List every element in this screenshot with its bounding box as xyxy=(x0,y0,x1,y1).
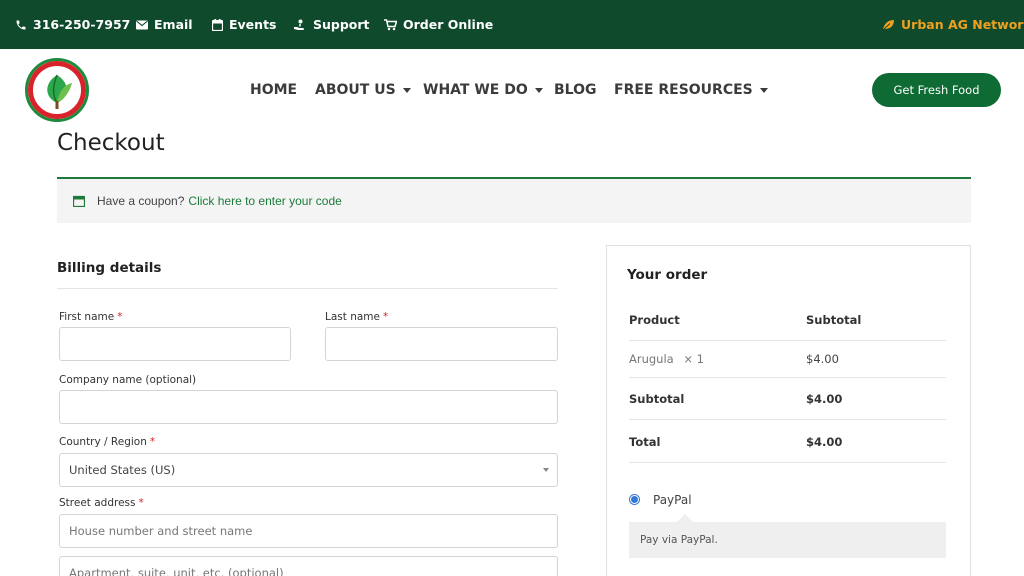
support-link[interactable]: Support xyxy=(293,0,370,49)
logo-emblem xyxy=(28,61,86,119)
divider xyxy=(629,462,946,463)
page-title: Checkout xyxy=(57,130,165,156)
nav-about-us-label: ABOUT US xyxy=(315,82,396,98)
nav-what-we-do-label: WHAT WE DO xyxy=(423,82,528,98)
street-address-label: Street address * xyxy=(59,497,144,509)
coupon-notice: Have a coupon? Click here to enter your … xyxy=(57,177,971,223)
nav-free-resources-label: FREE RESOURCES xyxy=(614,82,753,98)
street-address-label-text: Street address xyxy=(59,497,136,509)
first-name-label-text: First name xyxy=(59,311,115,323)
divider xyxy=(629,340,946,341)
company-name-input[interactable] xyxy=(59,390,558,424)
required-marker: * xyxy=(149,436,156,448)
required-marker: * xyxy=(383,311,389,323)
country-select[interactable]: United States (US) xyxy=(59,453,558,487)
billing-details-heading: Billing details xyxy=(57,260,162,276)
calendar-icon xyxy=(212,18,223,31)
company-name-label-text: Company name (optional) xyxy=(59,374,197,386)
product-column-header: Product xyxy=(629,313,680,327)
helping-hand-icon xyxy=(294,19,304,30)
coupon-prompt: Have a coupon? xyxy=(97,194,185,208)
get-fresh-food-button[interactable]: Get Fresh Food xyxy=(872,73,1001,107)
divider xyxy=(629,377,946,378)
nav-what-we-do[interactable]: WHAT WE DO xyxy=(423,78,543,102)
first-name-label: First name * xyxy=(59,311,122,323)
order-item-price: $4.00 xyxy=(806,352,839,366)
events-label: Events xyxy=(229,17,277,32)
order-online-label: Order Online xyxy=(403,17,494,32)
subtotal-column-header: Subtotal xyxy=(806,313,862,327)
paypal-radio[interactable] xyxy=(629,494,640,505)
street-address-line-2-input[interactable] xyxy=(59,556,558,576)
nav-blog[interactable]: BLOG xyxy=(554,78,597,102)
company-name-label: Company name (optional) xyxy=(59,374,196,386)
paypal-label[interactable]: PayPal xyxy=(653,493,692,507)
order-item: Arugula × 1 xyxy=(629,352,704,366)
your-order-heading: Your order xyxy=(627,267,708,283)
email-label: Email xyxy=(154,17,193,32)
support-label: Support xyxy=(313,17,370,32)
nav-blog-label: BLOG xyxy=(554,82,597,98)
calendar-icon xyxy=(73,195,85,207)
phone-link[interactable]: 316-250-7957 xyxy=(15,0,130,49)
street-address-line-1-input[interactable] xyxy=(59,514,558,548)
nav-home[interactable]: HOME xyxy=(250,78,297,102)
common-ground-logo[interactable] xyxy=(25,58,89,122)
order-item-quantity: × 1 xyxy=(683,352,704,366)
order-total-label: Total xyxy=(629,435,661,449)
paypal-description: Pay via PayPal. xyxy=(640,534,718,546)
radio-selected-dot xyxy=(631,496,638,503)
leaf-icon xyxy=(882,19,894,30)
country-select-value: United States (US) xyxy=(69,463,176,477)
cart-subtotal-label: Subtotal xyxy=(629,392,685,406)
envelope-icon xyxy=(136,20,148,29)
get-fresh-food-label: Get Fresh Food xyxy=(893,83,980,97)
order-item-name: Arugula xyxy=(629,352,674,366)
caret-down-icon xyxy=(759,87,768,93)
email-link[interactable]: Email xyxy=(136,0,193,49)
required-marker: * xyxy=(138,497,144,509)
cart-subtotal-value: $4.00 xyxy=(806,392,843,406)
nav-home-label: HOME xyxy=(250,82,298,98)
last-name-label: Last name * xyxy=(325,311,388,323)
caret-down-icon xyxy=(402,87,411,93)
nav-about-us[interactable]: ABOUT US xyxy=(315,78,411,102)
caret-down-icon xyxy=(543,468,549,472)
first-name-input[interactable] xyxy=(59,327,291,361)
country-label-text: Country / Region xyxy=(59,436,147,448)
urban-ag-network-link[interactable]: Urban AG Network xyxy=(882,0,1024,49)
order-online-link[interactable]: Order Online xyxy=(384,0,493,49)
last-name-label-text: Last name xyxy=(325,311,380,323)
cart-icon xyxy=(384,18,397,30)
caret-down-icon xyxy=(534,87,543,93)
divider xyxy=(57,288,558,289)
coupon-link[interactable]: Click here to enter your code xyxy=(188,194,341,208)
phone-label: 316-250-7957 xyxy=(33,17,131,32)
country-label: Country / Region * xyxy=(59,436,155,448)
events-link[interactable]: Events xyxy=(212,0,276,49)
order-total-value: $4.00 xyxy=(806,435,843,449)
urban-ag-network-label: Urban AG Network xyxy=(901,17,1024,32)
last-name-input[interactable] xyxy=(325,327,558,361)
top-bar: 316-250-7957 Email Events Support Order … xyxy=(0,0,1024,49)
phone-icon xyxy=(16,20,26,29)
required-marker: * xyxy=(117,311,123,323)
nav-free-resources[interactable]: FREE RESOURCES xyxy=(614,78,768,102)
paypal-description-box: Pay via PayPal. xyxy=(629,522,946,558)
divider xyxy=(629,419,946,420)
